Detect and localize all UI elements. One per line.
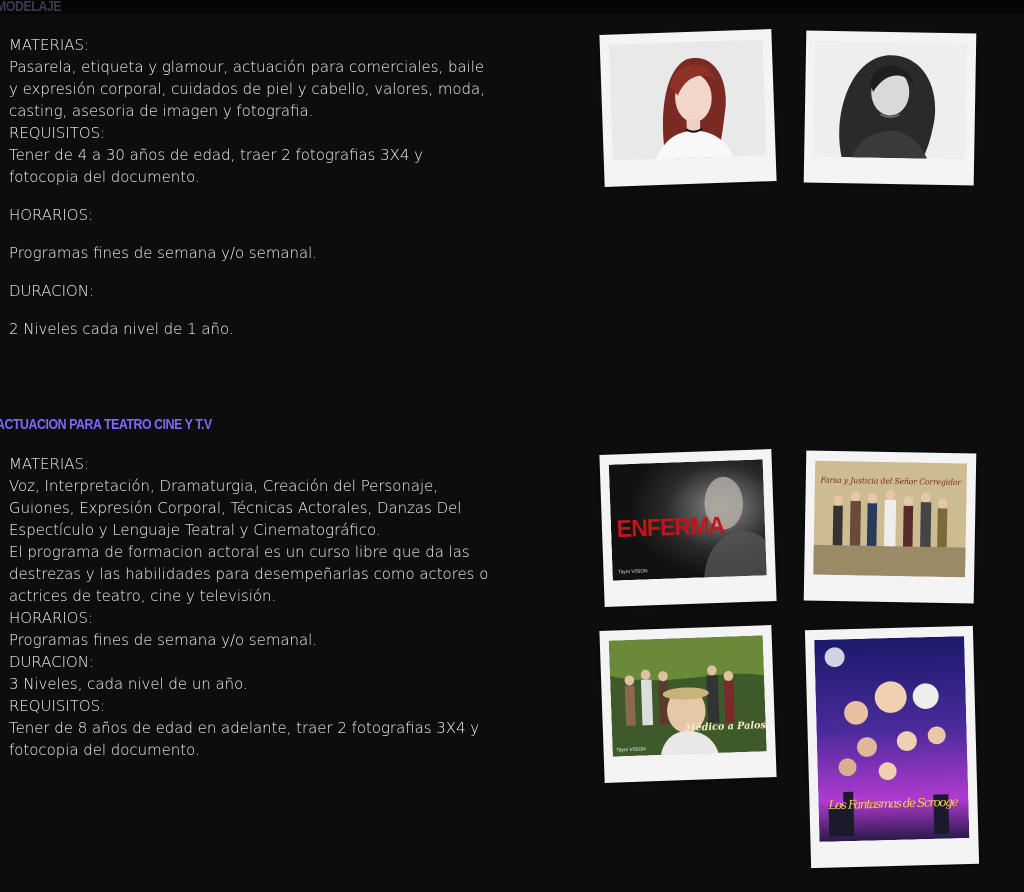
- model-photo-image: [813, 40, 968, 160]
- poster-fantasmas-image: Los Fantasmas de Scrooge: [814, 636, 970, 842]
- poster-fantasmas-scrooge[interactable]: Los Fantasmas de Scrooge: [804, 625, 980, 869]
- duracion-label: DURACION:: [9, 282, 94, 300]
- programa-text: El programa de formacion actoral es un c…: [9, 543, 489, 605]
- poster-enferma-title: ENFERMA: [616, 513, 725, 543]
- materias-text: Pasarela, etiqueta y glamour, actuación …: [9, 58, 485, 120]
- poster-medico-a-palos[interactable]: Médico a Palos Tayro VISION: [599, 625, 777, 783]
- top-bar: [0, 0, 1024, 14]
- materias-text: Voz, Interpretación, Dramaturgia, Creaci…: [9, 477, 462, 539]
- poster-farsa-corregidor[interactable]: Farsa y Justicia del Señor Corregidor: [803, 450, 977, 604]
- poster-farsa-image: Farsa y Justicia del Señor Corregidor: [813, 460, 968, 578]
- poster-enferma-logo: Tayro VISION: [618, 568, 648, 575]
- duracion-label: DURACION:: [9, 653, 94, 671]
- model-photo-image: [608, 39, 767, 161]
- duracion-text: 2 Niveles cada nivel de 1 año.: [9, 320, 234, 338]
- requisitos-text: Tener de 4 a 30 años de edad, traer 2 fo…: [9, 146, 423, 186]
- horarios-text: Programas fines de semana y/o semanal.: [9, 631, 318, 649]
- requisitos-label: REQUISITOS:: [9, 697, 106, 715]
- photo-model-redhead[interactable]: [599, 29, 777, 187]
- poster-medico-image: Médico a Palos Tayro VISION: [608, 635, 767, 757]
- poster-enferma[interactable]: ENFERMA Tayro VISION: [599, 449, 777, 607]
- requisitos-label: REQUISITOS:: [9, 124, 106, 142]
- section-title-modelaje: MODELAJE: [0, 0, 62, 15]
- requisitos-text: Tener de 8 años de edad en adelante, tra…: [9, 719, 480, 759]
- section-title-actuacion: ACTUACION PARA TEATRO CINE Y T.V: [0, 416, 212, 433]
- actuacion-content: MATERIAS: Voz, Interpretación, Dramaturg…: [9, 453, 504, 761]
- materias-label: MATERIAS:: [9, 455, 89, 473]
- photo-model-bw[interactable]: [803, 30, 977, 186]
- horarios-label: HORARIOS:: [9, 609, 93, 627]
- horarios-label: HORARIOS:: [9, 206, 93, 224]
- poster-enferma-image: ENFERMA Tayro VISION: [608, 459, 767, 581]
- duracion-text: 3 Niveles, cada nivel de un año.: [9, 675, 248, 693]
- materias-label: MATERIAS:: [9, 36, 89, 54]
- poster-medico-logo: Tayro VISION: [616, 746, 646, 753]
- modelaje-content: MATERIAS: Pasarela, etiqueta y glamour, …: [9, 34, 494, 340]
- horarios-text: Programas fines de semana y/o semanal.: [9, 244, 318, 262]
